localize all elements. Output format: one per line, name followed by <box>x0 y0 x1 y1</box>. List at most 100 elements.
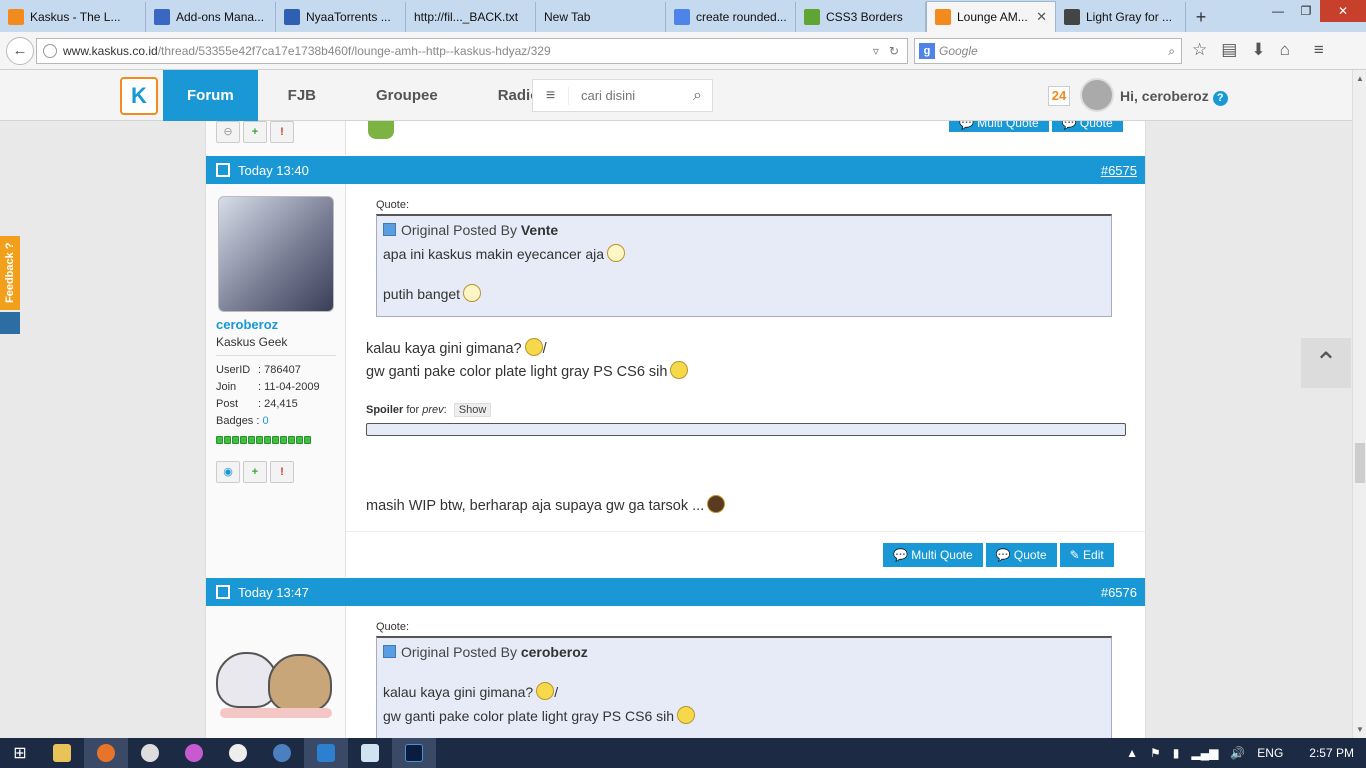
taskbar-explorer[interactable] <box>40 738 84 768</box>
taskbar-firefox[interactable] <box>84 738 128 768</box>
quote-author[interactable]: Vente <box>521 222 558 238</box>
add-rep-icon[interactable]: + <box>243 461 267 483</box>
add-rep-icon[interactable]: + <box>243 121 267 143</box>
feedback-secondary-icon[interactable] <box>0 312 20 334</box>
close-window-icon[interactable]: ✕ <box>1320 0 1366 22</box>
scroll-to-top-icon[interactable]: ⌃ <box>1301 338 1351 388</box>
site-search: ≡ ⌕ <box>532 79 713 112</box>
neutral-rep-icon[interactable]: ⊖ <box>216 121 240 143</box>
post-number-link[interactable]: #6575 <box>1101 163 1137 178</box>
flag-icon[interactable]: ⚑ <box>1150 746 1161 760</box>
report-icon[interactable]: ! <box>270 121 294 143</box>
minimize-icon[interactable]: — <box>1264 0 1292 22</box>
taskbar-photoshop[interactable] <box>392 738 436 768</box>
download-icon[interactable]: ⬇ <box>1251 40 1265 60</box>
view-profile-icon[interactable]: ◉ <box>216 461 240 483</box>
quote-line: kalau kaya gini gimana? / <box>383 682 559 700</box>
emoticon-icon <box>607 244 626 262</box>
reload-icon[interactable]: ↻ <box>889 44 899 58</box>
restore-icon[interactable]: ❐ <box>1292 0 1320 22</box>
dropdown-arrow-icon[interactable]: ▿ <box>873 44 879 58</box>
report-icon[interactable]: ! <box>270 461 294 483</box>
windows-start-icon[interactable]: ⊞ <box>0 743 40 763</box>
page-scrollbar[interactable]: ▲ ▼ <box>1352 70 1366 738</box>
quote-button[interactable]: 💬 Quote <box>1051 121 1123 132</box>
quote-author[interactable]: ceroberoz <box>521 644 588 660</box>
spoiler-show-button[interactable]: Show <box>453 403 492 417</box>
back-arrow-icon[interactable]: ← <box>6 36 34 65</box>
multi-quote-button[interactable]: 💬 Multi Quote <box>883 543 983 567</box>
browser-tab-7[interactable]: CSS3 Borders <box>796 2 926 32</box>
kaskus-favicon-icon <box>935 9 951 25</box>
user-avatar-image[interactable] <box>218 196 334 312</box>
taskbar-alien[interactable] <box>128 738 172 768</box>
globe-icon <box>273 744 291 762</box>
post-user-column: ceroberoz Kaskus Geek UserID: 786407 Joi… <box>206 184 346 577</box>
post-user-column <box>206 606 346 738</box>
quote-button[interactable]: 💬 Quote <box>985 543 1057 567</box>
quote-label: Quote: <box>376 199 410 211</box>
notification-count[interactable]: 24 <box>1048 86 1070 106</box>
browser-tab-1[interactable]: Kaskus - The L... <box>0 2 146 32</box>
search-engine-box[interactable]: g Google ⌕ <box>914 38 1182 64</box>
edit-button[interactable]: ✎ Edit <box>1059 543 1114 567</box>
taskbar-app4[interactable] <box>172 738 216 768</box>
view-post-icon[interactable] <box>383 645 396 658</box>
user-avatar-image[interactable] <box>216 632 336 722</box>
badges-link[interactable]: 0 <box>262 415 268 427</box>
tray-arrow-icon[interactable]: ▲ <box>1126 746 1138 760</box>
close-tab-icon[interactable]: ✕ <box>1030 9 1047 25</box>
browser-tab-5[interactable]: New Tab <box>536 2 666 32</box>
folder-icon <box>53 744 71 762</box>
clock[interactable]: 2:57 PM <box>1309 746 1354 760</box>
help-icon[interactable]: ? <box>1212 91 1228 106</box>
search-icon[interactable]: ⌕ <box>1168 44 1181 59</box>
menu-icon[interactable]: ≡ <box>1314 40 1324 60</box>
nav-groupee[interactable]: Groupee <box>346 70 468 121</box>
kaskus-logo[interactable]: K <box>120 77 158 115</box>
user-greeting[interactable]: Hi, ceroberoz? <box>1120 88 1228 106</box>
hamburger-menu-icon[interactable]: ≡ <box>533 86 569 105</box>
post-number-link[interactable]: #6576 <box>1101 585 1137 600</box>
spoiler-box[interactable] <box>366 423 1126 436</box>
taskbar-app6[interactable] <box>260 738 304 768</box>
post-time: Today 13:40 <box>238 162 309 178</box>
taskbar-notepad[interactable] <box>348 738 392 768</box>
home-icon[interactable]: ⌂ <box>1280 40 1290 60</box>
post-username[interactable]: ceroberoz <box>216 317 278 332</box>
browser-tab-6[interactable]: create rounded... <box>666 2 796 32</box>
signal-icon[interactable]: ▂▄▆ <box>1191 746 1218 760</box>
avatar[interactable] <box>1080 78 1114 112</box>
nav-forum[interactable]: Forum <box>163 70 258 121</box>
scrollbar-thumb[interactable] <box>1355 443 1365 483</box>
scroll-down-icon[interactable]: ▼ <box>1356 725 1364 734</box>
multi-quote-button[interactable]: 💬 Multi Quote <box>949 121 1049 132</box>
browser-tab-4[interactable]: http://fil..._BACK.txt <box>406 2 536 32</box>
site-nav: Forum FJB Groupee Radio <box>163 70 569 121</box>
site-search-input[interactable] <box>569 88 669 103</box>
window-controls: — ❐ ✕ <box>1264 0 1366 22</box>
volume-icon[interactable]: 🔊 <box>1230 746 1245 760</box>
bookmark-star-icon[interactable]: ☆ <box>1192 40 1207 60</box>
feedback-tab[interactable]: Feedback ? <box>0 236 20 310</box>
browser-tab-3[interactable]: NyaaTorrents ... <box>276 2 406 32</box>
url-domain: www.kaskus.co.id <box>63 44 158 58</box>
url-bar[interactable]: www.kaskus.co.id /thread/53355e42f7ca17e… <box>36 38 908 64</box>
language-indicator[interactable]: ENG <box>1257 746 1283 760</box>
alien-icon <box>141 744 159 762</box>
taskbar-steam[interactable] <box>216 738 260 768</box>
browser-tab-9[interactable]: Light Gray for ... <box>1056 2 1186 32</box>
taskbar-mail[interactable] <box>304 738 348 768</box>
browser-tab-active[interactable]: Lounge AM... ✕ <box>926 1 1056 32</box>
search-icon[interactable]: ⌕ <box>693 87 712 105</box>
battery-icon[interactable]: ▮ <box>1173 746 1180 760</box>
post-message: kalau kaya gini gimana? / gw ganti pake c… <box>366 338 1126 384</box>
browser-tab-2[interactable]: Add-ons Mana... <box>146 2 276 32</box>
scroll-up-icon[interactable]: ▲ <box>1356 74 1364 83</box>
view-post-icon[interactable] <box>383 223 396 236</box>
nav-fjb[interactable]: FJB <box>258 70 346 121</box>
user-stats: UserID: 786407 Join: 11-04-2009 Post: 24… <box>216 364 320 427</box>
new-tab-button[interactable]: + <box>1186 2 1216 32</box>
emoticon-icon <box>670 361 689 379</box>
bookmarks-list-icon[interactable]: ▤ <box>1221 40 1237 60</box>
